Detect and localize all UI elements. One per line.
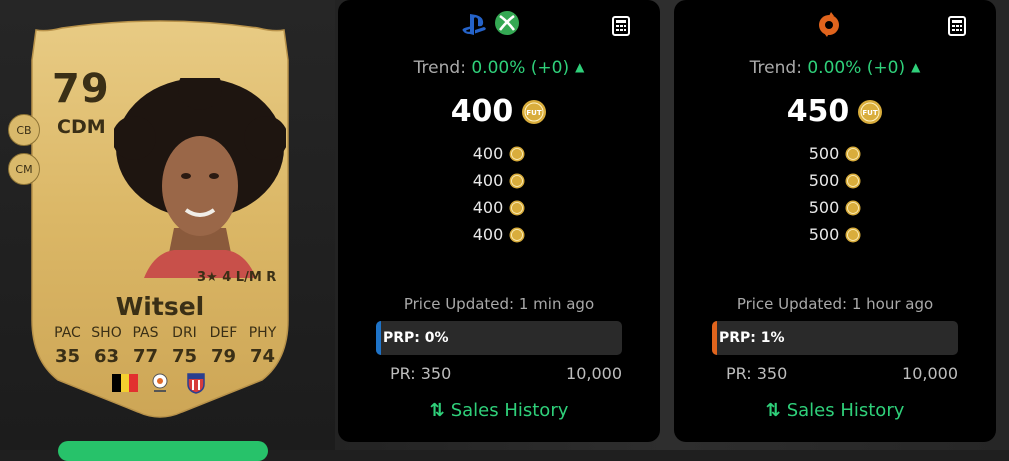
coin-icon (845, 227, 861, 242)
price-row: 400 (338, 167, 660, 194)
stat-value: 77 (132, 346, 159, 367)
price-row: 500 (674, 167, 996, 194)
prp-fill (712, 321, 717, 355)
price-range: PR: 350 10,000 (390, 364, 622, 383)
price-row: 500 (674, 194, 996, 221)
skills-weakfoot-workrate: 3★ 4 L/M R (197, 270, 277, 285)
sort-arrows-icon: ⇅ (765, 400, 781, 421)
price-range: PR: 350 10,000 (726, 364, 958, 383)
trend-line: Trend: 0.00% (+0) ▲ (338, 58, 660, 78)
price-list: 500 500 500 500 (674, 140, 996, 248)
price-list: 400 400 400 400 (338, 140, 660, 248)
stat-label: DEF (209, 325, 238, 341)
coin-icon (845, 173, 861, 188)
trend-label: Trend: (413, 58, 466, 78)
belgium-flag-icon (112, 374, 138, 392)
coin-icon (845, 146, 861, 161)
price-row: 400 (338, 221, 660, 248)
club-badge-icon (187, 373, 205, 394)
trend-value: 0.00% (+0) (471, 58, 570, 78)
origin-icon (819, 12, 839, 37)
platform-icons (460, 10, 520, 38)
price-range-max: 10,000 (566, 364, 622, 383)
stat-value: 79 (210, 346, 237, 367)
coin-icon (509, 146, 525, 161)
stat-label: PAS (132, 325, 159, 341)
coin-icon (509, 200, 525, 215)
card-position: CDM (57, 116, 106, 138)
xbox-icon (495, 11, 519, 35)
player-name: Witsel (115, 292, 205, 321)
trend-line: Trend: 0.00% (+0) ▲ (674, 58, 996, 78)
price-row: 500 (674, 221, 996, 248)
player-photo (114, 78, 286, 278)
price-value: 400 (472, 171, 504, 190)
stat-values: 35 63 77 75 79 74 (48, 346, 282, 367)
sales-history-label: Sales History (450, 400, 569, 421)
price-value: 400 (472, 225, 504, 244)
price-value: 500 (808, 198, 840, 217)
alt-position-cm: CM (8, 153, 40, 185)
stat-label: PHY (248, 325, 277, 341)
price-row: 400 (338, 194, 660, 221)
sort-arrows-icon: ⇅ (429, 400, 445, 421)
alt-position-cb: CB (8, 114, 40, 146)
stat-label: PAC (54, 325, 81, 341)
playstation-icon (462, 14, 486, 35)
main-price: 450 FUT (674, 94, 996, 129)
main-price-value: 400 (450, 94, 514, 129)
trend-label: Trend: (749, 58, 802, 78)
price-row: 500 (674, 140, 996, 167)
price-range-min: PR: 350 (726, 364, 788, 383)
price-updated-text: Price Updated: 1 min ago (403, 295, 595, 313)
price-updated-text: Price Updated: 1 hour ago (736, 295, 934, 313)
price-row: 400 (338, 140, 660, 167)
price-range-min: PR: 350 (390, 364, 452, 383)
price-value: 500 (808, 171, 840, 190)
prp-progress-bar: PRP: 0% (376, 321, 622, 355)
card-rating: 79 (52, 66, 110, 112)
price-value: 500 (808, 225, 840, 244)
sales-history-label: Sales History (786, 400, 905, 421)
stat-value: 63 (93, 346, 120, 367)
svg-text:FUT: FUT (863, 109, 878, 117)
sales-history-link[interactable]: ⇅ Sales History (674, 400, 996, 421)
trend-up-arrow-icon: ▲ (911, 60, 921, 74)
console-price-panel: Trend: 0.00% (+0) ▲ 400 FUT 400 400 400 4… (338, 0, 660, 442)
stat-labels: PAC SHO PAS DRI DEF PHY (48, 325, 282, 341)
main-price-value: 450 (786, 94, 850, 129)
price-value: 500 (808, 144, 840, 163)
price-range-max: 10,000 (902, 364, 958, 383)
league-logo-icon (152, 373, 168, 392)
green-action-button[interactable] (58, 441, 268, 461)
price-value: 400 (472, 144, 504, 163)
coin-icon (509, 227, 525, 242)
stat-value: 35 (54, 346, 81, 367)
main-price: 400 FUT (338, 94, 660, 129)
sales-history-link[interactable]: ⇅ Sales History (338, 400, 660, 421)
prp-progress-bar: PRP: 1% (712, 321, 958, 355)
price-value: 400 (472, 198, 504, 217)
coin-icon: FUT (522, 99, 547, 124)
prp-label: PRP: 1% (719, 330, 785, 346)
pc-price-panel: Trend: 0.00% (+0) ▲ 450 FUT 500 500 500 5… (674, 0, 996, 442)
prp-fill (376, 321, 381, 355)
coin-icon (845, 200, 861, 215)
calculator-icon[interactable] (612, 16, 630, 36)
svg-text:FUT: FUT (527, 109, 542, 117)
calculator-icon[interactable] (948, 16, 966, 36)
coin-icon (509, 173, 525, 188)
stat-label: SHO (91, 325, 122, 341)
platform-icons (817, 10, 841, 38)
stat-value: 75 (171, 346, 198, 367)
prp-label: PRP: 0% (383, 330, 449, 346)
trend-up-arrow-icon: ▲ (575, 60, 585, 74)
stat-label: DRI (172, 325, 197, 341)
stat-value: 74 (249, 346, 276, 367)
coin-icon: FUT (858, 99, 883, 124)
player-card[interactable]: 79 CDM CB CM 3★ 4 L/M R Witsel PAC SHO P… (8, 20, 298, 425)
trend-value: 0.00% (+0) (807, 58, 906, 78)
